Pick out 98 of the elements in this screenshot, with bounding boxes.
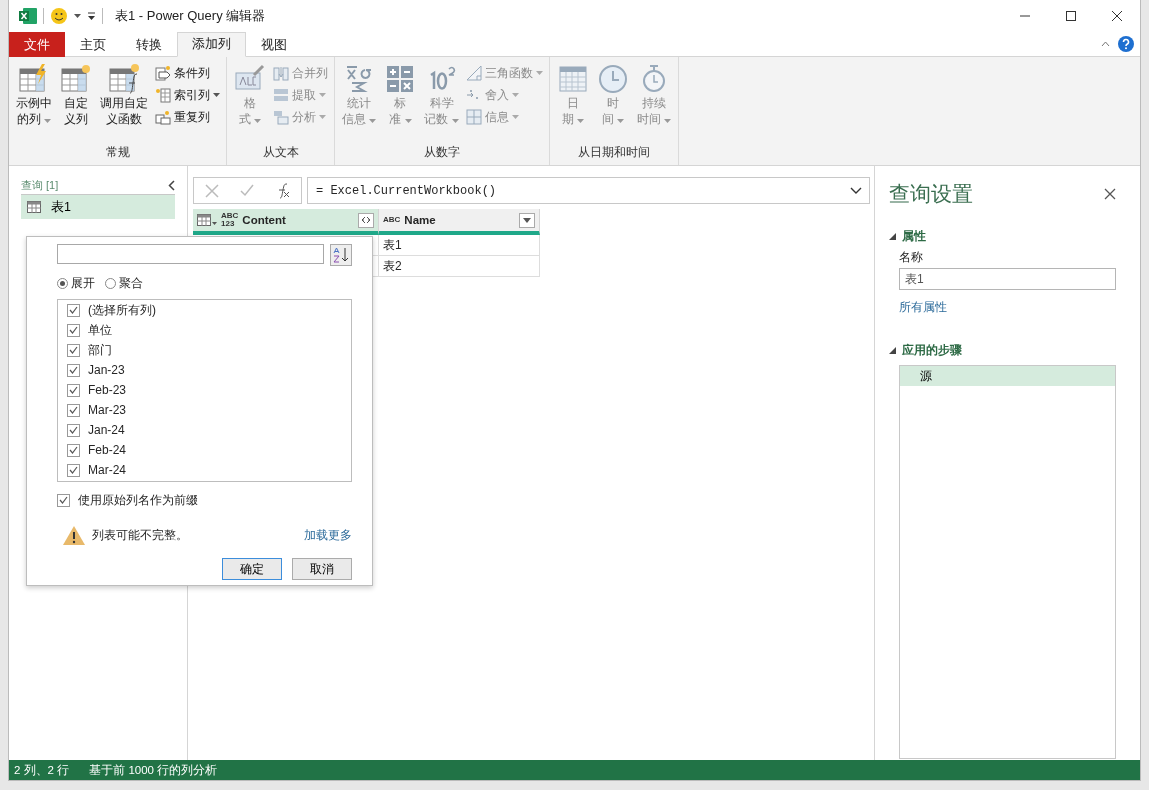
column-option[interactable]: (选择所有列) xyxy=(67,300,351,320)
status-text: 2 列、2 行 xyxy=(14,762,70,778)
filter-button[interactable] xyxy=(519,212,535,228)
search-field[interactable] xyxy=(57,244,324,264)
triangle-icon xyxy=(465,65,482,81)
checkbox[interactable] xyxy=(67,423,80,437)
collapse-ribbon-icon[interactable] xyxy=(1101,41,1110,47)
type-label[interactable]: ABC xyxy=(383,216,401,224)
type-label[interactable]: ABC 123 xyxy=(221,212,239,228)
parse-icon xyxy=(273,109,289,125)
excel-logo-icon xyxy=(19,8,37,24)
conditional-column-icon xyxy=(155,65,171,81)
expand-arrows-icon xyxy=(360,216,372,224)
field-label: 名称 xyxy=(899,249,924,266)
ribbon-tab[interactable]: 视图 xyxy=(246,32,302,57)
index-column-icon xyxy=(155,87,171,103)
all-properties-link[interactable]: 所有属性 xyxy=(899,299,947,316)
group-label: 从数字 xyxy=(422,144,461,161)
ribbon-button[interactable]: 示例中 的列 xyxy=(13,61,55,143)
ribbon-button[interactable]: 调用自定 义函数 xyxy=(97,61,151,143)
column-name: Content xyxy=(242,214,287,226)
table-menu-icon[interactable] xyxy=(197,214,217,226)
ribbon-tab[interactable]: 主页 xyxy=(65,32,121,57)
checkbox[interactable] xyxy=(57,493,70,507)
checkbox[interactable] xyxy=(67,363,80,377)
clock-icon xyxy=(596,63,629,95)
radio-option[interactable]: 展开 xyxy=(57,275,95,292)
load-more-link[interactable]: 加载更多 xyxy=(304,527,352,544)
column-option[interactable]: Mar-23 xyxy=(67,400,351,420)
calendar-icon xyxy=(556,63,589,95)
sort-button[interactable] xyxy=(330,244,352,266)
merge-columns-icon xyxy=(273,65,289,81)
ribbon-button[interactable]: 自定 义列 xyxy=(57,61,95,143)
smiley-icon[interactable] xyxy=(50,7,68,25)
formula-field[interactable]: = Excel.CurrentWorkbook() xyxy=(307,177,870,204)
close-icon[interactable] xyxy=(1104,188,1116,200)
column-option[interactable]: Feb-24 xyxy=(67,440,351,460)
maximize-icon xyxy=(1066,11,1076,21)
query-item[interactable]: 表1 xyxy=(21,195,175,219)
ribbon-tab[interactable]: 添加列 xyxy=(177,32,246,57)
column-option[interactable]: 单位 xyxy=(67,320,351,340)
checkbox[interactable] xyxy=(67,403,80,417)
collapse-icon[interactable] xyxy=(889,347,896,354)
expand-chevron-icon[interactable] xyxy=(850,187,862,194)
ribbon-button[interactable]: 索引列 xyxy=(153,85,222,105)
checkbox[interactable] xyxy=(67,463,80,477)
table-cell: 表2 xyxy=(379,256,540,277)
checkbox[interactable] xyxy=(67,323,80,337)
chevron-left-icon[interactable] xyxy=(168,180,175,191)
cancel-button[interactable]: 取消 xyxy=(292,558,352,580)
column-option[interactable]: 部门 xyxy=(67,340,351,360)
checkbox[interactable] xyxy=(67,383,80,397)
caret-icon xyxy=(74,14,81,18)
column-option[interactable]: Mar-24 xyxy=(67,460,351,480)
radio-option[interactable]: 聚合 xyxy=(105,275,143,292)
warning-text: 列表可能不完整。 xyxy=(92,527,189,544)
warning-icon xyxy=(62,525,86,546)
file-menu-tab[interactable]: 文件 xyxy=(9,32,65,57)
step-item[interactable]: 源 xyxy=(900,366,1115,386)
table-star-icon xyxy=(60,63,92,95)
checkbox[interactable] xyxy=(67,443,80,457)
checkbox[interactable] xyxy=(67,303,80,317)
column-header[interactable]: ABC Name xyxy=(379,209,540,235)
table-icon xyxy=(27,201,41,213)
sort-icon xyxy=(332,247,350,263)
checkbox[interactable] xyxy=(67,343,80,357)
ribbon-tab[interactable]: 转换 xyxy=(121,32,177,57)
close-icon xyxy=(1112,11,1122,21)
customize-menu-icon[interactable] xyxy=(87,11,96,21)
extract-icon xyxy=(273,87,289,103)
check-icon xyxy=(239,182,256,199)
section-header: 应用的步骤 xyxy=(902,342,962,359)
table-function-icon xyxy=(108,63,140,95)
ok-button[interactable]: 确定 xyxy=(222,558,282,580)
info-grid-icon xyxy=(465,109,482,125)
column-option[interactable]: Jan-24 xyxy=(67,420,351,440)
column-option[interactable]: Feb-23 xyxy=(67,380,351,400)
ribbon-button[interactable]: 重复列 xyxy=(153,107,222,127)
section-header: 属性 xyxy=(902,228,926,245)
prefix-option[interactable]: 使用原始列名作为前缀 xyxy=(57,490,352,510)
ribbon-button[interactable]: 条件列 xyxy=(153,63,222,83)
group-label: 从日期和时间 xyxy=(576,144,651,161)
duplicate-column-icon xyxy=(155,109,171,125)
dropdown-arrow-icon xyxy=(523,217,531,223)
status-text: 基于前 1000 行的列分析 xyxy=(89,762,218,778)
queries-header: 查询 [1] xyxy=(21,178,59,193)
table-cell: 表1 xyxy=(379,235,540,256)
name-field[interactable]: 表1 xyxy=(899,268,1116,290)
panel-title: 查询设置 xyxy=(889,181,973,207)
cancel-icon xyxy=(203,182,220,199)
expand-column-button[interactable] xyxy=(358,212,374,228)
column-option[interactable]: Jan-23 xyxy=(67,360,351,380)
collapse-icon[interactable] xyxy=(889,233,896,240)
group-label: 常规 xyxy=(104,144,131,161)
help-icon[interactable] xyxy=(1118,36,1134,52)
window-title: 表1 - Power Query 编辑器 xyxy=(115,7,266,25)
group-label: 从文本 xyxy=(261,144,300,161)
column-name: Name xyxy=(404,214,437,226)
